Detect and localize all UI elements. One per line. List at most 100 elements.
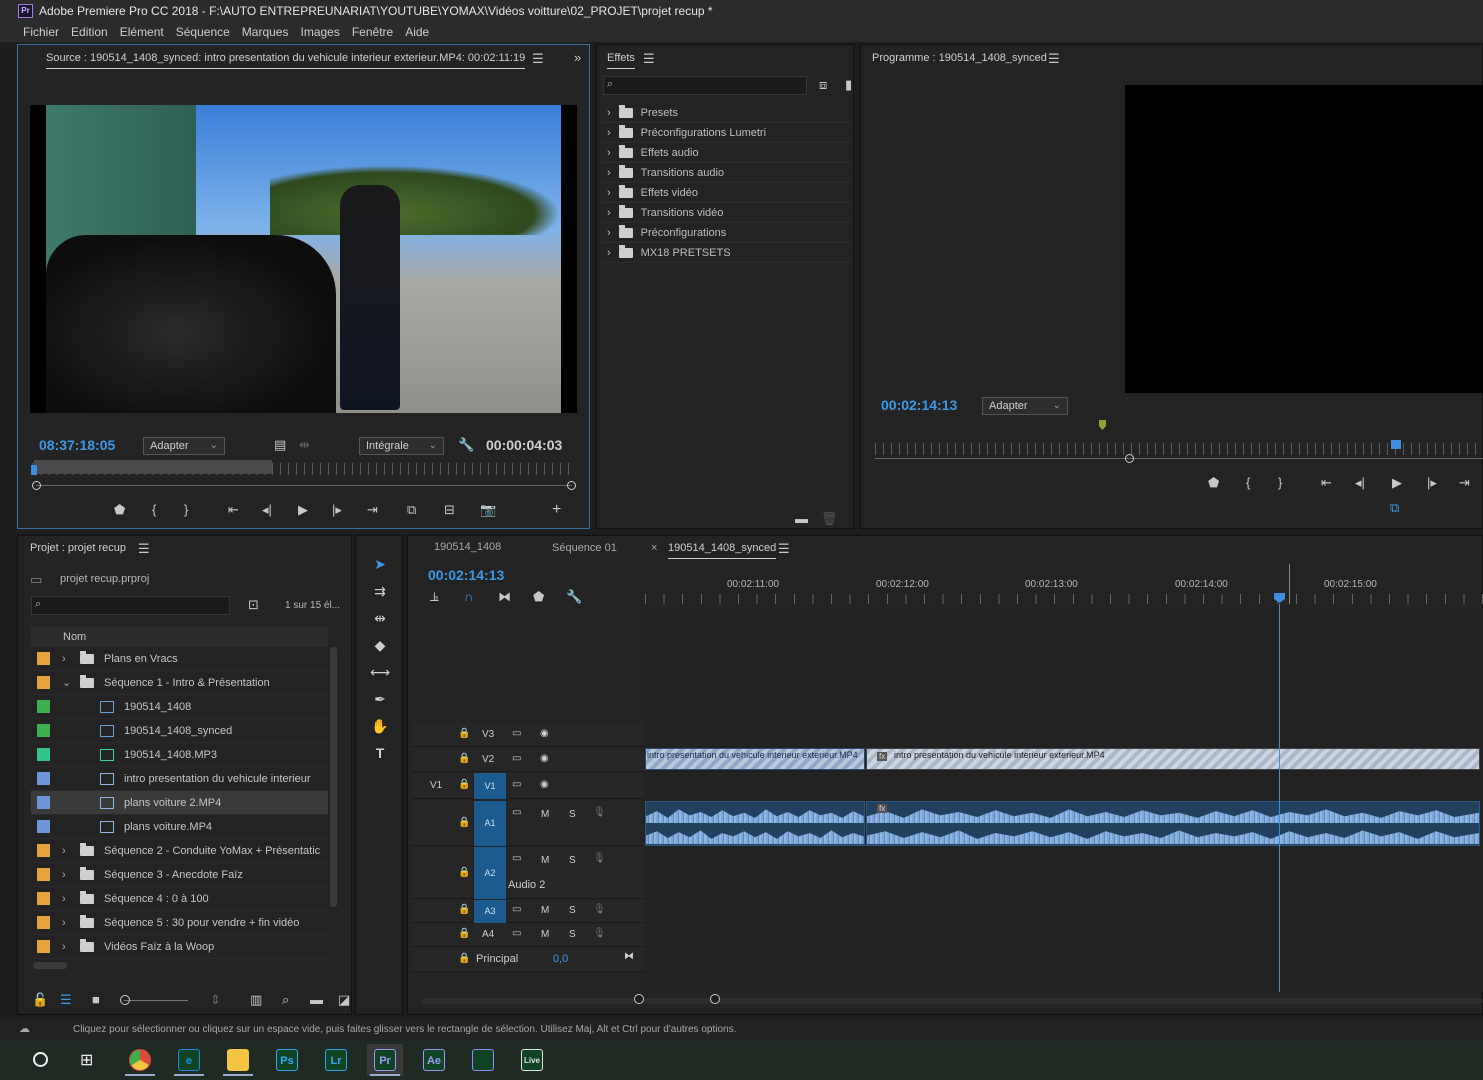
lock-track-icon[interactable]: 🔒 [458, 904, 470, 915]
label-color-swatch[interactable] [37, 868, 50, 881]
go-to-out-icon[interactable]: ⇥ [367, 503, 378, 517]
video-clip-2[interactable]: fx intro presentation du vehicule interi… [866, 748, 1480, 770]
zoom-handle-left[interactable] [32, 481, 41, 490]
button-editor-icon[interactable]: + [552, 502, 561, 518]
sync-lock-icon[interactable]: ▭ [512, 928, 521, 939]
effects-tab[interactable]: Effets [607, 52, 635, 69]
mark-out-icon[interactable]: } [184, 503, 188, 517]
solo-button[interactable]: S [569, 929, 576, 940]
sync-lock-icon[interactable]: ▭ [512, 728, 521, 739]
zoom-slider-handle[interactable] [120, 995, 130, 1005]
timeline-menu-icon[interactable]: ☰ [778, 542, 790, 556]
expand-arrow-icon[interactable]: › [62, 941, 78, 953]
mute-button[interactable]: M [541, 905, 549, 916]
eye-icon[interactable]: ◉ [540, 753, 549, 764]
program-playhead[interactable] [1391, 440, 1401, 449]
master-end-icon[interactable]: ⧓ [624, 951, 634, 962]
effects-item-presets-2[interactable]: › Préconfigurations [601, 223, 849, 243]
menu-images[interactable]: Images [294, 22, 345, 42]
snap-icon[interactable]: ∩ [464, 590, 473, 604]
pen-tool-icon[interactable]: ✒ [369, 688, 391, 710]
track-target-v1[interactable]: V1 [474, 773, 506, 799]
solo-button[interactable]: S [569, 855, 576, 866]
timeline-playhead-timecode[interactable]: 00:02:14:13 [428, 567, 504, 583]
voice-over-icon[interactable]: 🎙 [593, 904, 606, 915]
hand-tool-icon[interactable]: ✋ [369, 715, 391, 737]
accelerated-icon[interactable]: ▮ [845, 78, 852, 92]
sync-lock-icon[interactable]: ▭ [512, 904, 521, 915]
timeline-tab-active[interactable]: 190514_1408_synced [668, 542, 777, 559]
label-color-swatch[interactable] [37, 916, 50, 929]
effects-item-audio-effects[interactable]: › Effets audio [601, 143, 849, 163]
automate-sequence-icon[interactable]: ▥ [250, 993, 262, 1007]
lock-track-icon[interactable]: 🔒 [458, 867, 470, 878]
expand-arrow-icon[interactable]: › [62, 917, 78, 929]
zoom-handle-right[interactable] [567, 481, 576, 490]
label-color-swatch[interactable] [37, 652, 50, 665]
selection-tool-icon[interactable]: ➤ [369, 553, 391, 575]
track-target-a2[interactable]: A2 [474, 847, 506, 899]
trim-icon[interactable]: ⇹ [299, 438, 310, 452]
overwrite-icon[interactable]: ⊟ [444, 503, 455, 517]
timeline-tab-1[interactable]: 190514_1408 [434, 541, 501, 553]
taskbar-explorer-icon[interactable] [220, 1044, 256, 1076]
timeline-settings-icon[interactable]: 🔧 [566, 590, 582, 604]
program-video-frame[interactable] [1125, 85, 1483, 393]
program-playhead-timecode[interactable]: 00:02:14:13 [881, 397, 957, 413]
source-patch-v1[interactable]: V1 [430, 780, 442, 791]
taskbar-edge-icon[interactable]: e [171, 1044, 207, 1076]
timeline-ruler[interactable]: 00:02:11:00 00:02:12:00 00:02:13:00 00:0… [645, 576, 1483, 606]
label-color-swatch[interactable] [37, 676, 50, 689]
project-tab[interactable]: Projet : projet recup [30, 542, 126, 554]
program-marker-icon[interactable] [1099, 420, 1106, 430]
menu-edition[interactable]: Edition [65, 22, 114, 42]
taskbar-mediaencoder-icon[interactable] [465, 1044, 501, 1076]
menu-fenetre[interactable]: Fenêtre [346, 22, 399, 42]
lock-track-icon[interactable]: 🔒 [458, 817, 470, 828]
label-color-swatch[interactable] [37, 892, 50, 905]
video-clip-1[interactable]: intro presentation du vehicule interieur… [645, 748, 865, 770]
program-add-marker-icon[interactable]: ⬟ [1208, 476, 1219, 490]
effects-item-mx18[interactable]: › MX18 PRETSETS [601, 243, 849, 263]
timeline-tab-2[interactable]: Séquence 01 [552, 542, 617, 554]
project-row[interactable]: › Séquence 5 : 30 pour vendre + fin vidéo [31, 911, 328, 935]
taskbar-chrome-icon[interactable] [122, 1044, 158, 1076]
menu-marques[interactable]: Marques [236, 22, 295, 42]
zoom-slider[interactable] [124, 1000, 188, 1001]
mark-in-icon[interactable]: { [152, 503, 156, 517]
track-select-tool-icon[interactable]: ⇉ [369, 580, 391, 602]
project-row[interactable]: intro presentation du vehicule interieur [31, 767, 328, 791]
label-color-swatch[interactable] [37, 796, 50, 809]
solo-button[interactable]: S [569, 905, 576, 916]
project-row[interactable]: ⌄ Séquence 1 - Intro & Présentation [31, 671, 328, 695]
effects-item-video-transitions[interactable]: › Transitions vidéo [601, 203, 849, 223]
source-monitor-tab[interactable]: Source : 190514_1408_synced: intro prese… [46, 52, 526, 69]
source-playhead[interactable] [31, 465, 37, 475]
column-header-name[interactable]: Nom [31, 627, 328, 647]
voice-over-icon[interactable]: 🎙 [593, 807, 606, 818]
razor-tool-icon[interactable]: ◆ [369, 634, 391, 656]
source-playhead-timecode[interactable]: 08:37:18:05 [39, 437, 115, 453]
project-row[interactable]: 190514_1408_synced [31, 719, 328, 743]
close-tab-icon[interactable]: × [651, 542, 657, 554]
project-scrollbar[interactable] [330, 647, 337, 907]
expand-arrow-icon[interactable]: › [62, 893, 78, 905]
settings-panel-icon[interactable]: ▤ [274, 438, 286, 452]
new-folder-icon[interactable]: ▬ [795, 512, 808, 526]
eye-icon[interactable]: ◉ [540, 728, 549, 739]
program-zoom-handle[interactable] [1125, 454, 1134, 463]
voice-over-icon[interactable]: 🎙 [593, 928, 606, 939]
taskbar-lightroom-icon[interactable]: Lr [318, 1044, 354, 1076]
track-target-a3[interactable]: A3 [474, 900, 506, 923]
new-bin-folder-icon[interactable]: ▬ [310, 993, 323, 1007]
program-monitor-tab[interactable]: Programme : 190514_1408_synced [872, 52, 1047, 64]
vr-video-icon[interactable]: ⧉ [1390, 501, 1399, 515]
insert-icon[interactable]: ⧉ [407, 503, 416, 517]
effects-search-input[interactable]: ⌕ [603, 76, 807, 95]
taskbar-live-icon[interactable]: Live [514, 1044, 550, 1076]
program-fit-dropdown[interactable]: Adapter [982, 397, 1068, 415]
effects-item-lumetri[interactable]: › Préconfigurations Lumetri [601, 123, 849, 143]
lock-track-icon[interactable]: 🔒 [458, 779, 470, 790]
type-tool-icon[interactable]: T [369, 742, 391, 764]
timeline-playhead-line[interactable] [1279, 604, 1280, 992]
